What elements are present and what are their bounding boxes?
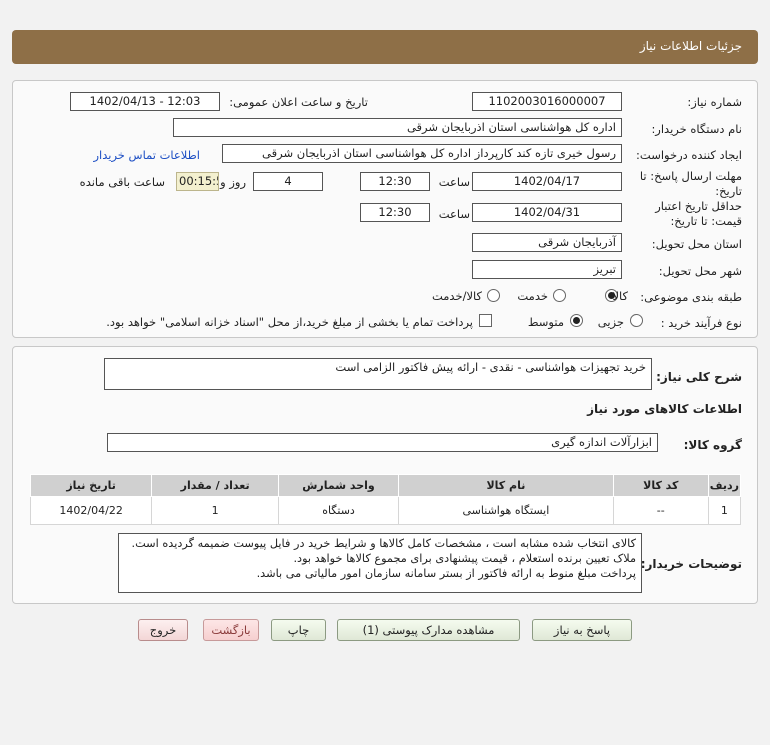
summary-field: خرید تجهیزات هواشناسی - نقدی - ارائه پیش… xyxy=(104,358,652,390)
goods-section-title: اطلاعات کالاهای مورد نیاز xyxy=(587,402,742,416)
category-goods-service-radio[interactable] xyxy=(487,289,500,302)
col-date: تاریخ نیاز xyxy=(29,474,153,497)
print-button[interactable]: چاپ xyxy=(271,619,326,641)
cell-code: -- xyxy=(612,496,709,525)
process-type-label: نوع فرآیند خرید : xyxy=(660,316,742,330)
reply-time-label: ساعت xyxy=(438,175,470,189)
buyer-note-line: پرداخت مبلغ منوط به ارائه فاکتور از بستر… xyxy=(256,567,636,580)
goods-group-label: گروه کالا: xyxy=(683,438,742,452)
remaining-time-label: ساعت باقی مانده xyxy=(79,175,165,189)
validity-time-label: ساعت xyxy=(438,207,470,221)
view-attachments-button[interactable]: مشاهده مدارک پیوستی (1) xyxy=(337,619,520,641)
treasury-payment-checkbox[interactable] xyxy=(479,314,492,327)
page-title: جزئیات اطلاعات نیاز xyxy=(639,39,742,53)
buyer-notes-label: توضیحات خریدار: xyxy=(640,557,742,571)
announce-datetime-label: تاریخ و ساعت اعلان عمومی: xyxy=(229,95,368,109)
validity-date-field: 1402/04/31 xyxy=(472,203,622,222)
buyer-contact-link[interactable]: اطلاعات تماس خریدار xyxy=(93,148,200,162)
buyer-note-line: ملاک تعیین برنده استعلام ، قیمت پیشنهادی… xyxy=(293,552,636,565)
process-minor-radio[interactable] xyxy=(630,314,643,327)
category-goods-label: کالا xyxy=(612,289,628,303)
reply-time-field: 12:30 xyxy=(360,172,430,191)
price-validity-label: حداقل تاریخ اعتبار قیمت: تا تاریخ: xyxy=(655,199,742,228)
exit-button[interactable]: خروج xyxy=(138,619,188,641)
category-goods-service-label: کالا/خدمت xyxy=(431,289,482,303)
goods-table: ردیف کد کالا نام کالا واحد شمارش تعداد /… xyxy=(29,474,742,525)
cell-date: 1402/04/22 xyxy=(29,496,153,525)
remaining-timer: 00:15:59 xyxy=(176,172,219,191)
buyer-notes-field: کالای انتخاب شده مشابه است ، مشخصات کامل… xyxy=(118,533,642,593)
col-row: ردیف xyxy=(707,474,742,497)
category-label: طبقه بندی موضوعی: xyxy=(640,290,742,304)
province-field: آذربایجان شرقی xyxy=(472,233,622,252)
requester-label: ایجاد کننده درخواست: xyxy=(636,148,742,162)
remaining-days-field: 4 xyxy=(253,172,323,191)
city-label: شهر محل تحویل: xyxy=(658,264,742,278)
table-row: 1 -- ایستگاه هواشناسی دستگاه 1 1402/04/2… xyxy=(29,496,742,525)
process-medium-label: متوسط xyxy=(527,315,564,329)
goods-group-field: ابزارآلات اندازه گیری xyxy=(107,433,658,452)
cell-qty: 1 xyxy=(151,496,279,525)
col-name: نام کالا xyxy=(398,474,614,497)
need-number-field: 1102003016000007 xyxy=(472,92,622,111)
days-label: روز و xyxy=(220,175,246,189)
cell-name: ایستگاه هواشناسی xyxy=(398,496,614,525)
validity-time-field: 12:30 xyxy=(360,203,430,222)
need-number-label: شماره نیاز: xyxy=(687,95,742,109)
summary-label: شرح کلی نیاز: xyxy=(656,370,742,384)
goods-table-header: ردیف کد کالا نام کالا واحد شمارش تعداد /… xyxy=(29,474,742,497)
process-minor-label: جزیی xyxy=(597,315,624,329)
reply-to-need-button[interactable]: پاسخ به نیاز xyxy=(532,619,632,641)
back-button[interactable]: بازگشت xyxy=(203,619,259,641)
page-header: جزئیات اطلاعات نیاز xyxy=(12,30,758,64)
requester-field: رسول خیری تازه کند کارپرداز اداره کل هوا… xyxy=(222,144,622,163)
province-label: استان محل تحویل: xyxy=(651,237,742,251)
buyer-note-line: کالای انتخاب شده مشابه است ، مشخصات کامل… xyxy=(131,537,637,550)
category-service-label: خدمت xyxy=(517,289,548,303)
col-qty: تعداد / مقدار xyxy=(151,474,279,497)
buyer-org-field: اداره کل هواشناسی استان اذربایجان شرقی xyxy=(173,118,622,137)
category-service-radio[interactable] xyxy=(553,289,566,302)
treasury-payment-note: پرداخت تمام یا بخشی از مبلغ خرید،از محل … xyxy=(106,315,473,329)
cell-unit: دستگاه xyxy=(278,496,399,525)
buyer-org-label: نام دستگاه خریدار: xyxy=(651,122,742,136)
reply-date-field: 1402/04/17 xyxy=(472,172,622,191)
reply-deadline-label: مهلت ارسال پاسخ: تا تاریخ: xyxy=(639,169,742,198)
cell-row: 1 xyxy=(707,496,742,525)
col-code: کد کالا xyxy=(612,474,709,497)
process-medium-radio[interactable] xyxy=(570,314,583,327)
announce-datetime-field: 1402/04/13 - 12:03 xyxy=(70,92,220,111)
col-unit: واحد شمارش xyxy=(278,474,399,497)
city-field: تبریز xyxy=(472,260,622,279)
